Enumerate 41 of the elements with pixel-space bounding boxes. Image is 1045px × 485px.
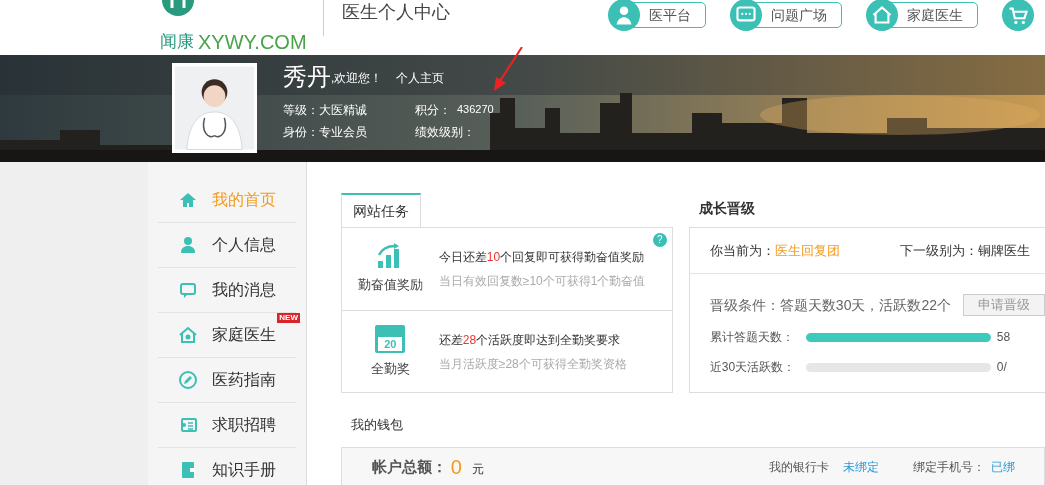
task-label: 全勤奖 bbox=[370, 359, 410, 378]
meter-label: 累计答题天数： bbox=[709, 329, 795, 346]
task-title: 还差28个活跃度即达到全勤奖要求 bbox=[438, 331, 622, 349]
unit-text: 元 bbox=[471, 461, 484, 478]
message-icon bbox=[178, 280, 198, 300]
bank-card-label: 我的银行卡 bbox=[768, 459, 829, 476]
nav-button[interactable] bbox=[1001, 0, 1034, 30]
id-card-icon bbox=[178, 415, 198, 435]
next-level-label: 下一级别为： bbox=[899, 241, 978, 260]
new-badge: NEW bbox=[277, 313, 300, 323]
task-tab[interactable]: 网站任务 bbox=[340, 193, 421, 228]
sidebar-item[interactable]: 求职招聘 bbox=[158, 403, 296, 448]
page-title: 医生个人中心 bbox=[341, 1, 450, 24]
task-title: 今日还差10个回复即可获得勤奋值奖励 bbox=[438, 249, 646, 266]
task-label: 勤奋值奖励 bbox=[357, 276, 423, 295]
balance-value: 0 bbox=[450, 455, 462, 480]
phone-label: 绑定手机号： bbox=[912, 459, 985, 476]
user-icon bbox=[178, 235, 198, 255]
sidebar-item[interactable]: 知识手册 bbox=[158, 448, 296, 485]
logo-text: 闻康 bbox=[160, 30, 194, 53]
calendar-icon: 20 bbox=[375, 324, 406, 353]
house-icon bbox=[178, 325, 198, 345]
pencil-icon bbox=[178, 370, 198, 390]
sidebar-item[interactable]: 家庭医生 NEW bbox=[158, 313, 296, 358]
task-note: 当月活跃度≥28个可获得全勤奖资格 bbox=[438, 355, 627, 373]
house-icon bbox=[178, 190, 198, 210]
balance-label: 帐户总额： bbox=[371, 456, 447, 477]
task-note: 当日有效回复数≥10个可获得1个勤奋值 bbox=[438, 273, 646, 290]
current-level: 医生回复团 bbox=[774, 241, 840, 260]
wallet-title: 我的钱包 bbox=[350, 416, 404, 434]
next-level: 铜牌医生 bbox=[977, 241, 1030, 260]
sidebar-item[interactable]: 个人信息 bbox=[158, 223, 296, 268]
sidebar-item[interactable]: 医药指南 bbox=[158, 358, 296, 403]
logo-domain: XYWY.COM bbox=[198, 29, 307, 55]
sidebar-item[interactable]: 我的消息 bbox=[158, 268, 296, 313]
meter-reading: 58 bbox=[996, 329, 1011, 346]
conditions-text: 晋级条件：答题天数30天，活跃数22个 bbox=[709, 295, 951, 315]
meter-reading: 0/ bbox=[996, 359, 1007, 376]
growth-title: 成长晋级 bbox=[697, 199, 756, 218]
current-level-label: 你当前为： bbox=[709, 241, 775, 260]
meter-label: 近30天活跃数： bbox=[709, 359, 797, 376]
